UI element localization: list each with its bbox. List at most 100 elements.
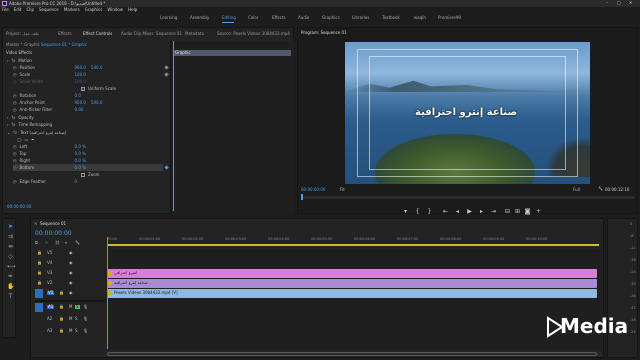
mute-icon[interactable]: M <box>69 305 72 309</box>
timeline-timecode[interactable]: 00:00:00:00 <box>35 231 72 237</box>
menu-sequence[interactable]: Sequence <box>39 7 59 12</box>
anti-flicker-value[interactable]: 0.00 <box>75 107 84 112</box>
timeline-playhead[interactable] <box>107 237 108 349</box>
bottom-value[interactable]: 0.0 % <box>75 165 86 170</box>
eye-icon[interactable]: ◉ <box>69 271 73 275</box>
fit-dropdown[interactable]: Fit <box>340 188 345 192</box>
anchor-x-value[interactable]: 960.0 <box>75 100 86 105</box>
position-x-value[interactable]: 960.0 <box>75 65 86 70</box>
effect-playhead[interactable] <box>173 41 174 211</box>
expand-chevron-icon[interactable]: › <box>7 115 9 120</box>
master-clip-label[interactable]: Master * Graphic <box>6 43 40 47</box>
program-scrubber[interactable] <box>301 194 635 200</box>
bottom-row[interactable]: ◷ Bottom 0.0 % <box>13 164 163 171</box>
left-value[interactable]: 0.0 % <box>75 144 86 149</box>
keyframe-icon[interactable] <box>164 72 169 77</box>
lock-icon[interactable]: 🔒 <box>59 329 64 333</box>
eye-icon[interactable]: ◉ <box>69 291 73 295</box>
timeline-zoom-bar[interactable] <box>107 352 601 356</box>
slip-tool-icon[interactable]: ⟷ <box>7 263 16 270</box>
effect-clip-bar[interactable]: Graphic <box>173 50 291 56</box>
rotation-value[interactable]: 0.0 <box>75 93 81 98</box>
tab-effects[interactable]: Effects <box>58 31 72 36</box>
lock-icon[interactable]: 🔒 <box>37 271 42 275</box>
program-monitor-title[interactable]: Program: Sequence 01 <box>301 31 347 35</box>
expand-chevron-icon[interactable]: ⌄ <box>7 130 10 135</box>
track-label[interactable]: V3 <box>47 271 52 275</box>
lock-icon[interactable]: 🔒 <box>37 261 42 265</box>
expand-chevron-icon[interactable]: › <box>7 122 9 127</box>
text-layer-row[interactable]: ⌄ fx Text (صناعة إنترو احترافية) <box>7 129 66 136</box>
menu-file[interactable]: File <box>2 7 9 12</box>
workspace-libraries[interactable]: Libraries <box>352 16 369 20</box>
uniform-scale-checkbox[interactable] <box>81 86 85 91</box>
stopwatch-icon[interactable]: ◷ <box>13 158 17 163</box>
play-icon[interactable]: ▶ <box>466 208 473 215</box>
workspace-waqih[interactable]: waqih <box>414 16 426 20</box>
marker-icon[interactable]: ▾ <box>402 208 409 215</box>
stopwatch-icon[interactable]: ◷ <box>13 151 17 156</box>
maximize-icon[interactable]: □ <box>617 1 621 5</box>
workspace-learning[interactable]: Learning <box>160 16 177 20</box>
zoom-handle[interactable] <box>107 352 597 356</box>
step-forward-icon[interactable]: ▸ <box>478 208 485 215</box>
timeline-tab[interactable]: Sequence 01 <box>40 222 66 226</box>
in-point-icon[interactable]: { <box>414 208 421 215</box>
top-row[interactable]: ◷ Top 0.0 % <box>13 150 86 157</box>
solo-icon[interactable]: S <box>75 329 78 333</box>
lock-icon[interactable]: 🔒 <box>59 291 64 295</box>
tab-metadata[interactable]: Metadata <box>185 31 204 36</box>
keyframe-icon[interactable] <box>164 65 169 70</box>
mic-icon[interactable]: 🎙 <box>83 305 88 309</box>
stopwatch-icon[interactable]: ◷ <box>13 100 17 105</box>
tab-effect-controls[interactable]: Effect Controls <box>83 31 112 36</box>
stopwatch-icon[interactable]: ◷ <box>13 165 17 170</box>
track-label[interactable]: A3 <box>47 329 52 333</box>
workspace-effects[interactable]: Effects <box>272 16 286 20</box>
effect-controls-timecode[interactable]: 00:00:00:00 <box>7 205 31 209</box>
rectangle-mask-icon[interactable]: ▭ <box>24 137 28 142</box>
program-playhead[interactable] <box>301 194 303 200</box>
workspace-audio[interactable]: Audio <box>298 16 309 20</box>
tab-project[interactable]: Project: ملف عمل <box>6 31 39 36</box>
close-icon[interactable]: ✕ <box>629 1 632 5</box>
clip-v3[interactable]: انتيرو احترافي <box>107 269 597 278</box>
mic-icon[interactable]: 🎙 <box>83 317 88 321</box>
track-label[interactable]: V4 <box>47 261 52 265</box>
edge-feather-row[interactable]: ◷ Edge Feather 0 <box>13 178 77 185</box>
scale-value[interactable]: 100.0 <box>75 72 86 77</box>
opacity-row[interactable]: › fx Opacity <box>7 114 34 121</box>
step-back-icon[interactable]: ◂ <box>454 208 461 215</box>
stopwatch-icon[interactable]: ◷ <box>13 144 17 149</box>
stopwatch-icon[interactable]: ◷ <box>13 107 17 112</box>
uniform-scale-row[interactable]: Uniform Scale <box>81 85 116 92</box>
linked-selection-icon[interactable]: ⛓ <box>55 240 60 245</box>
wrench-icon[interactable]: 🔧 <box>598 187 603 191</box>
tab-audio-clip-mixer[interactable]: Audio Clip Mixer: Sequence 01 <box>121 31 182 36</box>
workspace-color[interactable]: Color <box>248 16 258 20</box>
pen-tool-icon[interactable]: ✒ <box>7 273 14 280</box>
left-row[interactable]: ◷ Left 0.0 % <box>13 143 86 150</box>
track-label[interactable]: V5 <box>47 251 52 255</box>
workspace-textbook[interactable]: Textbook <box>382 16 400 20</box>
edge-feather-value[interactable]: 0 <box>75 179 78 184</box>
source-patch-v1[interactable] <box>35 289 43 298</box>
stopwatch-icon[interactable]: ◷ <box>13 65 17 70</box>
tab-source[interactable]: Source: Pexels Videos 3084433.mp4 <box>217 31 290 36</box>
timeline-ruler[interactable]: 00:00 00:00:01:00 00:00:02:00 00:00:03:0… <box>107 237 602 247</box>
video-overlay-title[interactable]: صناعة إنترو احترافية <box>415 108 517 118</box>
solo-icon[interactable]: S <box>75 317 78 321</box>
track-label[interactable]: A1 <box>47 305 55 309</box>
video-preview[interactable]: صناعة إنترو احترافية <box>345 42 590 184</box>
work-area-bar[interactable] <box>107 244 599 246</box>
workspace-editing[interactable]: Editing <box>222 16 236 20</box>
wrench-icon[interactable]: 🔧 <box>75 240 80 245</box>
motion-row[interactable]: › fx Motion <box>7 57 32 64</box>
menu-markers[interactable]: Markers <box>64 7 80 12</box>
mic-icon[interactable]: 🎙 <box>83 329 88 333</box>
menu-clip[interactable]: Clip <box>26 7 34 12</box>
selection-tool-icon[interactable]: ➤ <box>7 223 14 230</box>
insert-icon[interactable]: ⊟ <box>504 208 511 215</box>
lock-icon[interactable]: 🔒 <box>37 281 42 285</box>
clip-v2[interactable]: صناعة إنترو احترافية <box>107 279 597 288</box>
